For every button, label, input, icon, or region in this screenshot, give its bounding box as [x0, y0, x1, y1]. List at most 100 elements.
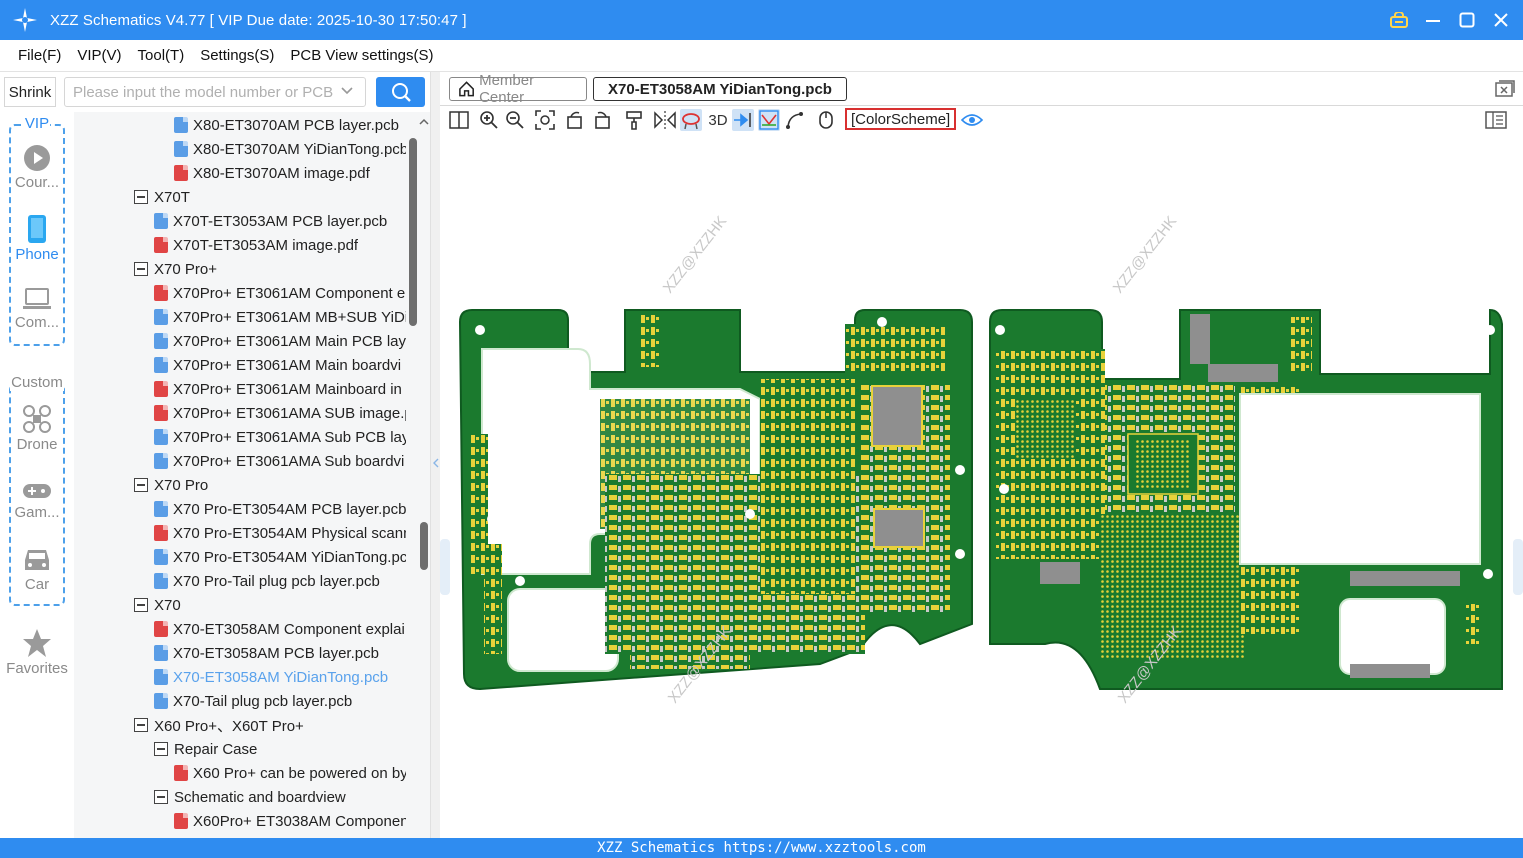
- tree-file[interactable]: X70 Pro-ET3054AM PCB layer.pcb: [154, 497, 406, 521]
- scroll-thumb-secondary[interactable]: [420, 522, 428, 570]
- tree-file[interactable]: X70-ET3058AM Component explai: [154, 617, 406, 641]
- rail-item-courses[interactable]: Cour...: [0, 144, 74, 191]
- tree-file[interactable]: X70Pro+ ET3061AMA SUB image.p: [154, 401, 406, 425]
- pcb-file-icon: [154, 501, 168, 517]
- tree-file[interactable]: X60Pro+ ET3038AM Componen: [174, 809, 406, 833]
- tree-scrollbar[interactable]: [406, 112, 430, 838]
- tree-folder[interactable]: X70 Pro: [134, 473, 406, 497]
- side-panel-toggle-icon[interactable]: [1485, 109, 1507, 131]
- tree-file[interactable]: X80-ET3070AM image.pdf: [174, 161, 406, 185]
- tree-file[interactable]: X70-ET3058AM PCB layer.pcb: [154, 641, 406, 665]
- tree-item-label: X70 Pro-ET3054AM YiDianTong.pc: [173, 548, 406, 566]
- rail-item-games[interactable]: Gam...: [0, 480, 74, 521]
- tree-file[interactable]: X70-Tail plug pcb layer.pcb: [154, 689, 406, 713]
- tree-file[interactable]: X70Pro+ ET3061AM Component e: [154, 281, 406, 305]
- trace-route-icon[interactable]: [784, 109, 806, 131]
- collapse-toggle-icon[interactable]: [134, 190, 148, 204]
- title-bar: XZZ Schematics V4.77 [ VIP Due date: 202…: [0, 0, 1523, 40]
- zoom-in-icon[interactable]: [478, 109, 500, 131]
- rail-item-computer[interactable]: Com...: [0, 286, 74, 331]
- rotate-left-icon[interactable]: [564, 109, 586, 131]
- fit-view-icon[interactable]: [534, 109, 556, 131]
- layer-toggle-icon[interactable]: [758, 109, 780, 131]
- rail-item-phone[interactable]: Phone: [0, 214, 74, 263]
- menu-pcb-view-settings[interactable]: PCB View settings(S): [290, 47, 433, 64]
- rail-item-favorites[interactable]: Favorites: [0, 628, 74, 677]
- maximize-button[interactable]: [1457, 10, 1477, 30]
- split-view-icon[interactable]: [448, 109, 470, 131]
- tree-file[interactable]: X70Pro+ ET3061AMA Sub boardvi: [154, 449, 406, 473]
- search-input[interactable]: [64, 77, 366, 107]
- chevron-up-icon[interactable]: [418, 116, 430, 128]
- net-highlight-icon[interactable]: [680, 109, 702, 131]
- menu-file[interactable]: File(F): [18, 47, 61, 64]
- menu-vip[interactable]: VIP(V): [77, 47, 121, 64]
- tree-file[interactable]: X70 Pro-ET3054AM YiDianTong.pc: [154, 545, 406, 569]
- menu-settings[interactable]: Settings(S): [200, 47, 274, 64]
- tree-file[interactable]: X60 Pro+ can be powered on by: [174, 761, 406, 785]
- collapse-toggle-icon[interactable]: [134, 478, 148, 492]
- tree-file[interactable]: X80-ET3070AM YiDianTong.pcb: [174, 137, 406, 161]
- tree-file[interactable]: X70-ET3058AM YiDianTong.pcb: [154, 665, 406, 689]
- mirror-icon[interactable]: [654, 109, 676, 131]
- tree-file[interactable]: X70 Pro-Tail plug pcb layer.pcb: [154, 569, 406, 593]
- left-edge-handle[interactable]: [440, 539, 450, 595]
- shrink-button[interactable]: Shrink: [4, 77, 56, 107]
- minimize-button[interactable]: [1423, 10, 1443, 30]
- mouse-mode-icon[interactable]: [815, 109, 837, 131]
- tree-file[interactable]: X70Pro+ ET3061AM Mainboard in: [154, 377, 406, 401]
- close-tabs-icon[interactable]: [1495, 80, 1515, 98]
- pin-select-icon[interactable]: [732, 109, 754, 131]
- search-button[interactable]: [376, 77, 425, 107]
- status-bar: XZZ Schematics https://www.xzztools.com: [0, 838, 1523, 858]
- collapse-toggle-icon[interactable]: [154, 742, 168, 756]
- search-icon: [391, 83, 411, 102]
- close-button[interactable]: [1491, 10, 1511, 30]
- tree-item-label: X70 Pro: [154, 476, 209, 494]
- rail-item-car[interactable]: Car: [0, 546, 74, 593]
- pcb-board-view[interactable]: XZZ@XZZHK XZZ@XZZHK XZZ@XZZHK XZZ@XZZHK: [440, 134, 1523, 838]
- tree-folder[interactable]: Schematic and boardview: [154, 785, 406, 809]
- tree-file[interactable]: X70Pro+ ET3061AM Main boardvi: [154, 353, 406, 377]
- tab-member-center[interactable]: Member Center: [449, 72, 587, 106]
- tree-file[interactable]: X70Pro+ ET3061AM Main PCB laye: [154, 329, 406, 353]
- format-painter-icon[interactable]: [623, 109, 645, 131]
- tree-folder[interactable]: X70T: [134, 185, 406, 209]
- menu-tool[interactable]: Tool(T): [138, 47, 185, 64]
- search-row: Shrink: [0, 72, 440, 112]
- collapse-toggle-icon[interactable]: [134, 262, 148, 276]
- tree-file[interactable]: X70 Pro-ET3054AM Physical scann: [154, 521, 406, 545]
- collapse-toggle-icon[interactable]: [134, 598, 148, 612]
- tab-label: Member Center: [479, 72, 535, 106]
- pdf-file-icon: [174, 165, 188, 181]
- tree-folder[interactable]: Repair Case: [154, 737, 406, 761]
- star-icon: [23, 629, 51, 657]
- tree-folder[interactable]: X70 Pro+: [134, 257, 406, 281]
- view-3d-button[interactable]: 3D: [705, 109, 731, 131]
- color-scheme-button[interactable]: [ColorScheme]: [845, 108, 957, 130]
- tree-file[interactable]: X70T-ET3053AM PCB layer.pcb: [154, 209, 406, 233]
- pcb-file-icon: [154, 429, 168, 445]
- tree-item-label: X70T-ET3053AM PCB layer.pcb: [173, 212, 388, 230]
- chevron-down-icon[interactable]: [340, 84, 354, 98]
- zoom-out-icon[interactable]: [504, 109, 526, 131]
- play-icon: [24, 145, 50, 171]
- right-edge-handle[interactable]: [1513, 539, 1523, 595]
- tree-file[interactable]: X70T-ET3053AM image.pdf: [154, 233, 406, 257]
- lock-icon[interactable]: [1389, 10, 1409, 30]
- eye-icon[interactable]: [961, 109, 983, 131]
- tree-file[interactable]: X70Pro+ ET3061AMA Sub PCB laye: [154, 425, 406, 449]
- scroll-thumb[interactable]: [409, 138, 417, 326]
- tab-active-pcb[interactable]: X70-ET3058AM YiDianTong.pcb: [593, 77, 847, 101]
- collapse-toggle-icon[interactable]: [154, 790, 168, 804]
- tree-folder[interactable]: X60 Pro+、X60T Pro+: [134, 713, 406, 737]
- rail-item-drone[interactable]: Drone: [0, 404, 74, 453]
- tree-file[interactable]: X80-ET3070AM PCB layer.pcb: [174, 113, 406, 137]
- panel-splitter[interactable]: [430, 72, 440, 838]
- rotate-right-icon[interactable]: [591, 109, 613, 131]
- pcb-canvas[interactable]: XZZ@XZZHK XZZ@XZZHK XZZ@XZZHK XZZ@XZZHK: [440, 134, 1523, 838]
- tree-folder[interactable]: X70: [134, 593, 406, 617]
- collapse-toggle-icon[interactable]: [134, 718, 148, 732]
- tree-file[interactable]: X70Pro+ ET3061AM MB+SUB YiDi: [154, 305, 406, 329]
- chevron-left-icon[interactable]: [432, 457, 440, 469]
